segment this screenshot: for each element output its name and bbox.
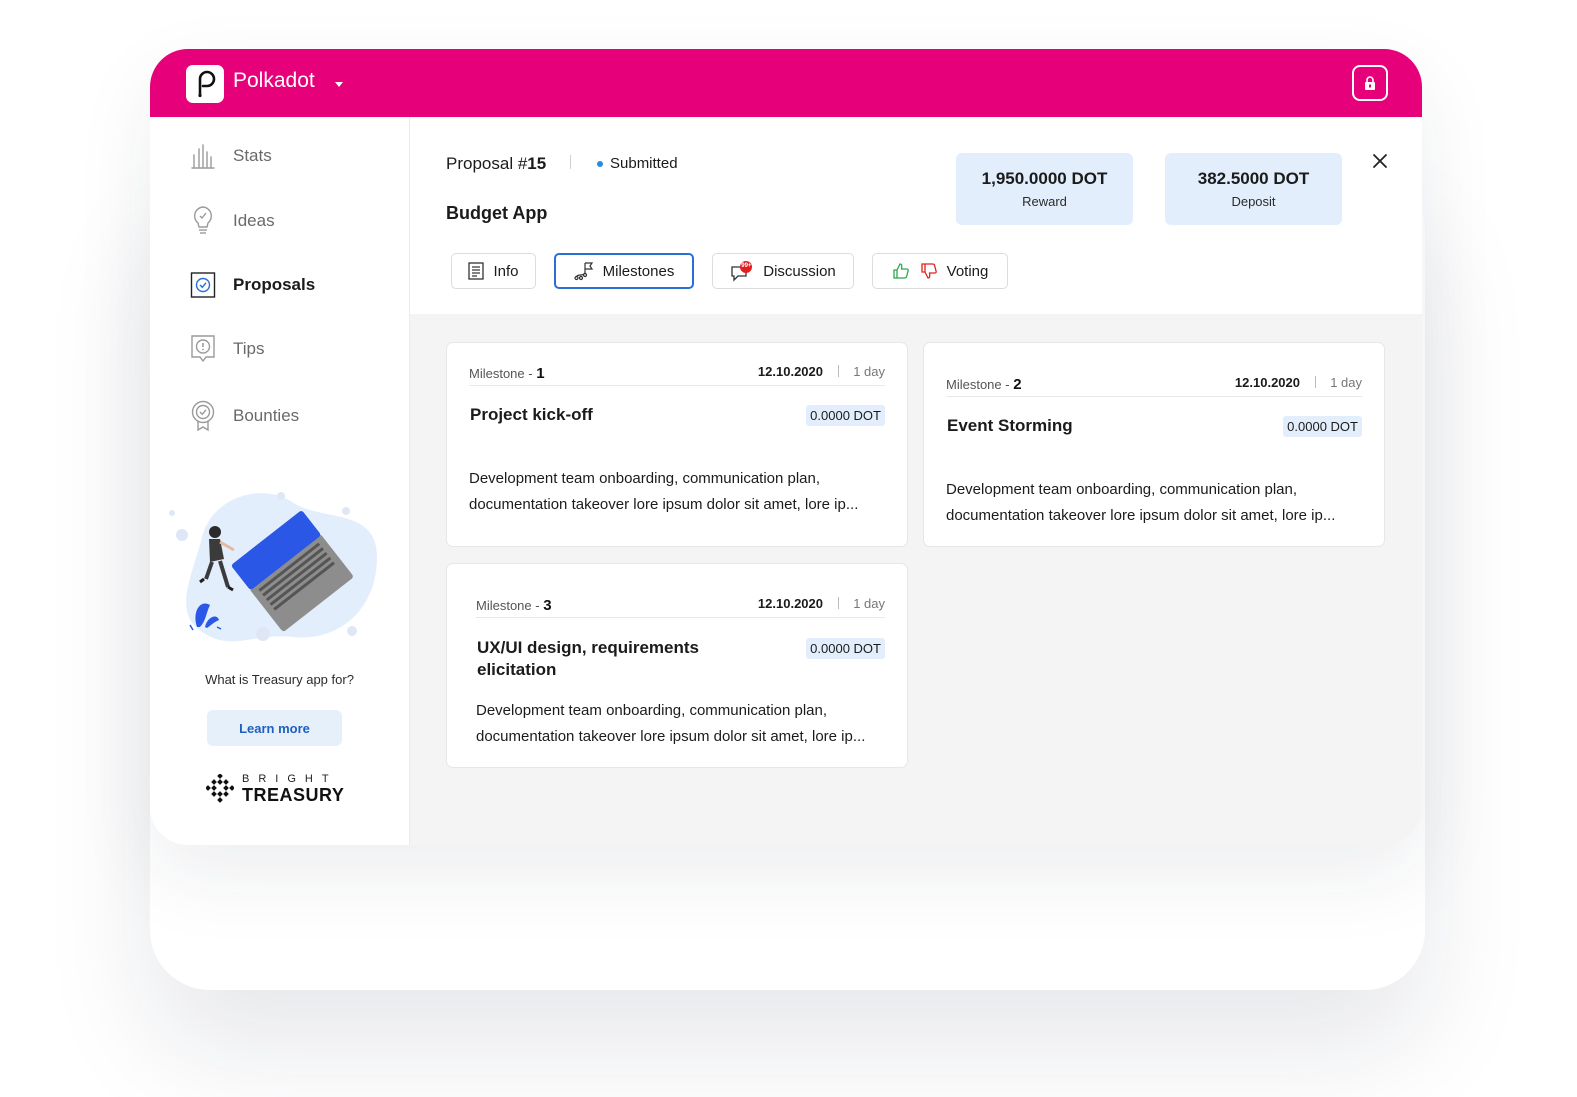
reward-card: 1,950.0000 DOT Reward [956,153,1133,225]
tab-label: Voting [946,262,989,280]
milestone-date: 12.10.2020 [757,364,823,379]
account-lock-button[interactable] [1352,65,1388,101]
app-window: Polkadot Stats Ideas Proposals Tips Boun… [150,49,1422,845]
sidebar-item-label: Proposals [233,275,316,294]
milestone-description: Development team onboarding, communicati… [946,481,1336,524]
document-icon [468,262,485,280]
learn-more-button[interactable]: Learn more [207,710,342,746]
treasury-illustration [169,492,377,642]
milestone-header: Milestone - 1 12.10.2020 1 day [469,361,885,386]
reward-value: 1,950.0000 DOT [981,169,1108,188]
promo-question: What is Treasury app for? [205,672,354,687]
milestone-description: Development team onboarding, communicati… [476,702,866,745]
sidebar-item-label: Bounties [233,406,300,425]
stats-icon [190,140,216,172]
sidebar-item-stats[interactable]: Stats [190,136,272,176]
proposal-header: Proposal #15 Submitted Budget App 1,950.… [410,117,1422,314]
thumbs-down-icon [920,262,938,280]
milestone-title: UX/UI design, requirements elicitation [477,638,699,679]
milestone-title: Event Storming [947,416,1073,435]
badge-icon [190,400,216,432]
deposit-value: 382.5000 DOT [1197,169,1310,188]
milestone-label: Milestone - 3 [476,597,552,614]
divider [570,155,571,169]
milestone-title: Project kick-off [470,405,593,424]
deposit-card: 382.5000 DOT Deposit [1165,153,1342,225]
tab-info[interactable]: Info [451,253,536,289]
sidebar-item-label: Tips [233,339,265,358]
milestone-card-1[interactable]: Milestone - 1 12.10.2020 1 day Project k… [446,342,908,547]
sidebar-item-label: Stats [233,146,272,165]
top-bar: Polkadot [150,49,1422,117]
polkadot-logo-icon[interactable] [186,65,224,103]
sidebar-item-proposals[interactable]: Proposals [190,265,315,305]
main-content: Proposal #15 Submitted Budget App 1,950.… [410,117,1422,845]
sidebar-item-ideas[interactable]: Ideas [190,201,275,241]
milestone-amount: 0.0000 DOT [806,638,885,659]
milestone-duration: 1 day [1330,375,1362,390]
discussion-badge: 99+ [741,263,752,269]
tab-milestones[interactable]: Milestones [554,253,694,289]
deposit-label: Deposit [1231,194,1276,209]
tab-voting[interactable]: Voting [872,253,1008,289]
close-icon[interactable] [1370,151,1390,171]
bright-treasury-logo-icon [206,774,234,803]
status-dot-icon [597,160,603,167]
sidebar-item-tips[interactable]: Tips [190,329,265,369]
milestone-amount: 0.0000 DOT [806,405,885,426]
divider [1315,376,1316,388]
lock-icon [1365,76,1375,90]
sidebar: Stats Ideas Proposals Tips Bounties What… [150,117,410,845]
milestone-card-3[interactable]: Milestone - 3 12.10.2020 1 day UX/UI des… [446,563,908,768]
milestone-header: Milestone - 3 12.10.2020 1 day [476,593,885,618]
checkbox-icon [190,269,216,301]
milestone-amount: 0.0000 DOT [1283,416,1362,437]
sidebar-item-label: Ideas [233,211,275,230]
logo-text-bottom: TREASURY [242,785,345,805]
divider [838,597,839,609]
divider [838,365,839,377]
reward-label: Reward [1022,194,1067,209]
sidebar-item-bounties[interactable]: Bounties [190,396,299,436]
status-badge: Submitted [597,155,678,172]
proposal-id: Proposal #15 [446,154,546,174]
proposal-number: 15 [527,154,547,173]
chevron-down-icon[interactable] [335,82,343,87]
milestone-duration: 1 day [853,364,885,379]
tab-discussion[interactable]: 99+ Discussion [712,253,854,289]
logo-text-top: BRIGHT [242,773,338,785]
tab-label: Discussion [763,262,836,280]
proposal-label: Proposal # [446,154,528,173]
milestone-header: Milestone - 2 12.10.2020 1 day [946,372,1362,397]
tab-label: Info [493,262,519,280]
chat-icon: 99+ [730,260,754,282]
lightbulb-icon [190,205,216,237]
milestone-card-2[interactable]: Milestone - 2 12.10.2020 1 day Event Sto… [923,342,1385,547]
bright-treasury-logo: BRIGHT TREASURY [206,770,356,810]
milestone-flag-icon [574,261,594,281]
milestone-label: Milestone - 1 [469,365,545,382]
tip-icon [190,333,216,365]
thumbs-up-icon [892,262,910,280]
tab-label: Milestones [602,262,675,280]
status-text: Submitted [610,155,678,172]
milestone-duration: 1 day [853,596,885,611]
milestone-label: Milestone - 2 [946,376,1022,393]
milestone-description: Development team onboarding, communicati… [469,470,859,513]
network-name[interactable]: Polkadot [233,69,315,93]
proposal-title: Budget App [446,203,548,223]
milestone-date: 12.10.2020 [757,596,823,611]
milestone-date: 12.10.2020 [1234,375,1300,390]
